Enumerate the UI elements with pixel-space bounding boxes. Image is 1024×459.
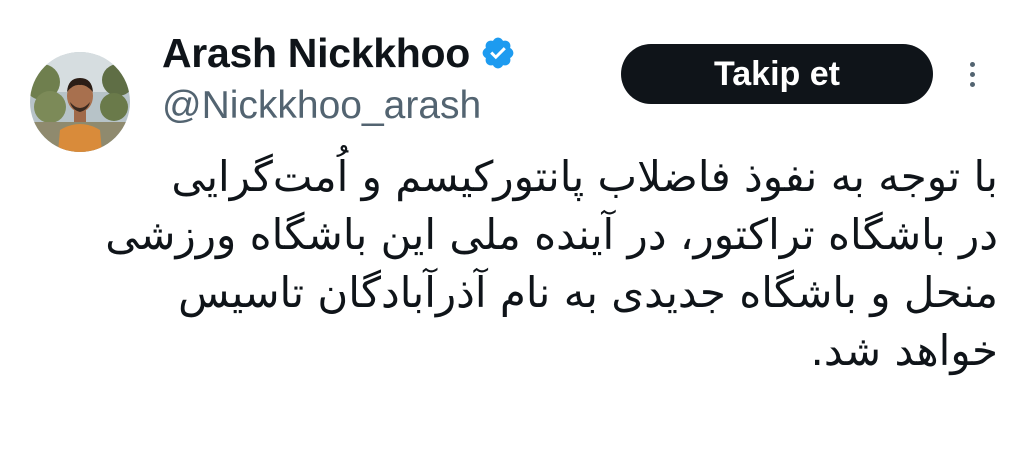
tweet-line: خواهد شد. (810, 326, 998, 375)
display-name[interactable]: Arash Nickkhoo (162, 28, 470, 78)
name-row: Arash Nickkhoo (162, 28, 516, 78)
more-dot (969, 71, 975, 77)
verified-badge-icon[interactable] (480, 35, 516, 71)
tweet-line: منحل و باشگاه جدیدی به نام آذرآبادگان تا… (178, 268, 998, 317)
tweet-line: با توجه به نفوذ فاضلاب پانتورکیسم و اُمت… (171, 152, 998, 201)
user-handle[interactable]: @Nickkhoo_arash (162, 82, 481, 130)
tweet-text: با توجه به نفوذ فاضلاب پانتورکیسم و اُمت… (60, 148, 998, 380)
avatar-photo (30, 52, 130, 152)
tweet-line: در باشگاه تراکتور، در آینده ملی این باشگ… (105, 210, 998, 259)
more-dot (969, 81, 975, 87)
avatar[interactable] (30, 52, 130, 152)
more-options-icon[interactable] (960, 52, 984, 96)
follow-button[interactable]: Takip et (621, 44, 933, 104)
more-dot (969, 61, 975, 67)
